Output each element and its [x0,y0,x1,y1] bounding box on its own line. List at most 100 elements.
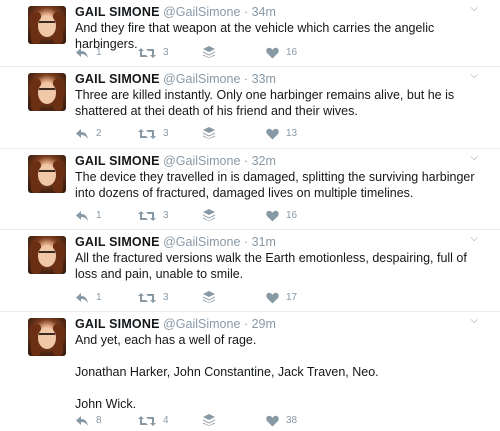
avatar[interactable] [28,6,66,44]
author-handle[interactable]: @GailSimone [163,5,240,19]
timestamp[interactable]: 34m [252,5,276,19]
reply-icon [76,211,88,221]
tweet-line: Jonathan Harker, John Constantine, Jack … [75,365,379,379]
timestamp[interactable]: 31m [252,235,276,249]
heart-icon [266,415,279,427]
buffer-button[interactable] [203,414,215,426]
retweet-icon [138,129,156,139]
tweet-header: GAIL SIMONE @GailSimone · 33m [75,71,480,87]
reply-button[interactable]: 1 [75,291,102,305]
author-handle[interactable]: @GailSimone [163,154,240,168]
author-name[interactable]: GAIL SIMONE [75,317,160,331]
reply-button[interactable]: 1 [75,46,102,60]
tweet-item[interactable]: ⌵ GAIL SIMONE @GailSimone · 33m Three ar… [0,67,500,149]
tweet-text: All the fractured versions walk the Eart… [75,250,480,282]
retweet-button[interactable]: 4 [138,414,169,428]
retweet-button[interactable]: 3 [138,209,169,223]
author-name[interactable]: GAIL SIMONE [75,5,160,19]
tweet-item[interactable]: ⌵ GAIL SIMONE @GailSimone · 29m And yet,… [0,312,500,431]
author-handle[interactable]: @GailSimone [163,317,240,331]
like-count: 13 [286,128,298,139]
avatar[interactable] [28,236,66,274]
retweet-icon [138,416,156,426]
retweet-button[interactable]: 3 [138,46,169,60]
like-button[interactable]: 17 [266,291,297,305]
like-button[interactable]: 13 [266,127,297,141]
retweet-count: 3 [163,47,169,58]
reply-icon [76,48,88,58]
separator: · [243,235,249,249]
reply-button[interactable]: 2 [75,127,102,141]
reply-button[interactable]: 8 [75,414,102,428]
tweet-line: And yet, each has a well of rage. [75,333,257,347]
reply-count: 1 [96,292,102,303]
author-handle[interactable]: @GailSimone [163,235,240,249]
buffer-button[interactable] [203,291,215,303]
tweet-item[interactable]: ⌵ GAIL SIMONE @GailSimone · 34m And they… [0,0,500,67]
buffer-button[interactable] [203,127,215,139]
like-count: 16 [286,210,298,221]
retweet-icon [138,293,156,303]
author-handle[interactable]: @GailSimone [163,72,240,86]
heart-icon [266,292,279,304]
buffer-stack-icon [203,209,215,221]
separator: · [243,317,249,331]
reply-icon [76,416,88,426]
reply-count: 1 [96,210,102,221]
retweet-button[interactable]: 3 [138,291,169,305]
avatar[interactable] [28,318,66,356]
retweet-icon [138,48,156,58]
tweet-line: John Wick. [75,397,137,411]
retweet-count: 4 [163,415,169,426]
tweet-feed: ⌵ GAIL SIMONE @GailSimone · 34m And they… [0,0,500,431]
retweet-icon [138,211,156,221]
reply-icon [76,293,88,303]
author-name[interactable]: GAIL SIMONE [75,72,160,86]
reply-count: 2 [96,128,102,139]
separator: · [243,72,249,86]
like-count: 16 [286,47,298,58]
timestamp[interactable]: 32m [252,154,276,168]
like-count: 17 [286,292,298,303]
tweet-text: And yet, each has a well of rage. Jonath… [75,332,480,412]
tweet-header: GAIL SIMONE @GailSimone · 34m [75,4,480,20]
timestamp[interactable]: 29m [252,317,276,331]
tweet-item[interactable]: ⌵ GAIL SIMONE @GailSimone · 31m All the … [0,230,500,312]
buffer-button[interactable] [203,209,215,221]
buffer-stack-icon [203,414,215,426]
tweet-header: GAIL SIMONE @GailSimone · 31m [75,234,480,250]
tweet-header: GAIL SIMONE @GailSimone · 32m [75,153,480,169]
buffer-button[interactable] [203,46,215,58]
retweet-button[interactable]: 3 [138,127,169,141]
tweet-text: The device they travelled in is damaged,… [75,169,480,201]
retweet-count: 3 [163,128,169,139]
author-name[interactable]: GAIL SIMONE [75,235,160,249]
tweet-line: Three are killed instantly. Only one har… [75,88,455,118]
timestamp[interactable]: 33m [252,72,276,86]
avatar[interactable] [28,155,66,193]
buffer-stack-icon [203,127,215,139]
retweet-count: 3 [163,210,169,221]
like-count: 38 [286,415,298,426]
reply-count: 1 [96,47,102,58]
tweet-item[interactable]: ⌵ GAIL SIMONE @GailSimone · 32m The devi… [0,149,500,230]
heart-icon [266,210,279,222]
separator: · [243,5,249,19]
tweet-header: GAIL SIMONE @GailSimone · 29m [75,316,480,332]
like-button[interactable]: 16 [266,209,297,223]
buffer-stack-icon [203,291,215,303]
heart-icon [266,128,279,140]
retweet-count: 3 [163,292,169,303]
reply-icon [76,129,88,139]
reply-count: 8 [96,415,102,426]
like-button[interactable]: 38 [266,414,297,428]
reply-button[interactable]: 1 [75,209,102,223]
heart-icon [266,47,279,59]
author-name[interactable]: GAIL SIMONE [75,154,160,168]
avatar[interactable] [28,73,66,111]
buffer-stack-icon [203,46,215,58]
tweet-text: Three are killed instantly. Only one har… [75,87,480,119]
like-button[interactable]: 16 [266,46,297,60]
tweet-line: The device they travelled in is damaged,… [75,170,475,200]
separator: · [243,154,249,168]
